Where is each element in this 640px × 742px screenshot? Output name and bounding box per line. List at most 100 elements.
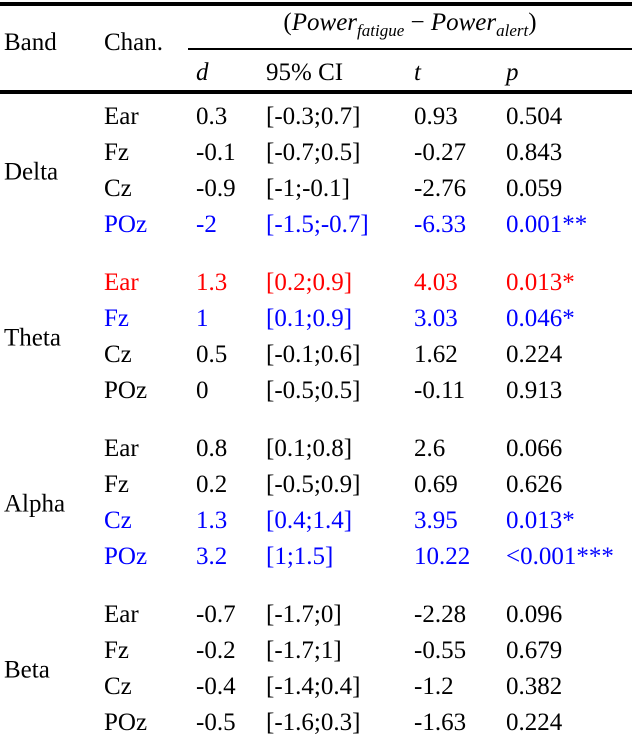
cell-channel: POz — [104, 709, 148, 736]
formula-close-paren: ) — [528, 9, 537, 36]
cell-t-statistic: 4.03 — [414, 269, 458, 296]
cell-confidence-interval: [-0.1;0.6] — [266, 341, 361, 368]
cell-t-statistic: 3.03 — [414, 305, 458, 332]
cell-channel: Fz — [104, 637, 129, 664]
cell-confidence-interval: [0.1;0.9] — [266, 305, 353, 332]
cell-p-value: 0.224 — [506, 341, 563, 368]
cell-p-value: 0.013* — [506, 507, 575, 534]
cell-p-value: 0.224 — [506, 709, 563, 736]
cell-t-statistic: 10.22 — [414, 543, 471, 570]
cell-confidence-interval: [-1.4;0.4] — [266, 673, 361, 700]
formula-span-rule — [188, 48, 632, 50]
cell-effect-size-d: 1.3 — [196, 269, 228, 296]
table-row: Fz -0.1 [-0.7;0.5] -0.27 0.843 — [0, 136, 640, 172]
cell-effect-size-d: -0.2 — [196, 637, 236, 664]
cell-confidence-interval: [0.4;1.4] — [266, 507, 353, 534]
cell-channel: POz — [104, 211, 148, 238]
table-row: Ear 0.8 [0.1;0.8] 2.6 0.066 — [0, 432, 640, 468]
cell-channel: Ear — [104, 601, 139, 628]
cell-channel: Cz — [104, 507, 132, 534]
table-row: Cz -0.4 [-1.4;0.4] -1.2 0.382 — [0, 670, 640, 706]
table-row: POz 0 [-0.5;0.5] -0.11 0.913 — [0, 374, 640, 410]
cell-effect-size-d: 0.2 — [196, 471, 228, 498]
column-header-p: p — [506, 59, 519, 86]
cell-p-value: 0.059 — [506, 175, 563, 202]
cell-t-statistic: -1.2 — [414, 673, 454, 700]
column-header-d: d — [196, 59, 209, 86]
cell-confidence-interval: [0.2;0.9] — [266, 269, 353, 296]
band-group: Delta Ear 0.3 [-0.3;0.7] 0.93 0.504 Fz -0.1 [-0.… — [0, 100, 640, 244]
cell-p-value: 0.913 — [506, 377, 563, 404]
cell-t-statistic: 2.6 — [414, 435, 446, 462]
table-row: Cz 0.5 [-0.1;0.6] 1.62 0.224 — [0, 338, 640, 374]
table-row: POz -2 [-1.5;-0.7] -6.33 0.001** — [0, 208, 640, 244]
cell-confidence-interval: [0.1;0.8] — [266, 435, 353, 462]
cell-confidence-interval: [-1.6;0.3] — [266, 709, 361, 736]
formula-minus-sign: − — [410, 9, 425, 36]
cell-channel: Cz — [104, 673, 132, 700]
cell-channel: Ear — [104, 103, 139, 130]
table-row: Fz 0.2 [-0.5;0.9] 0.69 0.626 — [0, 468, 640, 504]
cell-p-value: 0.843 — [506, 139, 563, 166]
formula-subscript-fatigue: fatigue — [357, 21, 405, 40]
table-body: Delta Ear 0.3 [-0.3;0.7] 0.93 0.504 Fz -0.1 [-0.… — [0, 100, 640, 742]
cell-p-value: 0.382 — [506, 673, 563, 700]
cell-t-statistic: 1.62 — [414, 341, 458, 368]
cell-channel: Fz — [104, 471, 129, 498]
cell-effect-size-d: -0.7 — [196, 601, 236, 628]
cell-t-statistic: -1.63 — [414, 709, 467, 736]
table-row: POz 3.2 [1;1.5] 10.22 <0.001*** — [0, 540, 640, 576]
column-header-ci: 95% CI — [266, 59, 344, 86]
cell-t-statistic: 0.69 — [414, 471, 458, 498]
cell-effect-size-d: 0.8 — [196, 435, 228, 462]
cell-effect-size-d: 1.3 — [196, 507, 228, 534]
cell-p-value: <0.001*** — [506, 543, 614, 570]
cell-p-value: 0.046* — [506, 305, 575, 332]
band-group: Beta Ear -0.7 [-1.7;0] -2.28 0.096 Fz -0.2 [-1.7… — [0, 598, 640, 742]
cell-channel: Cz — [104, 175, 132, 202]
table-row: Fz 1 [0.1;0.9] 3.03 0.046* — [0, 302, 640, 338]
cell-channel: Cz — [104, 341, 132, 368]
cell-confidence-interval: [-0.5;0.9] — [266, 471, 361, 498]
cell-effect-size-d: -0.9 — [196, 175, 236, 202]
cell-confidence-interval: [-1.5;-0.7] — [266, 211, 369, 238]
statistics-table: Band Chan. (Powerfatigue − Poweralert) d… — [0, 0, 640, 736]
cell-t-statistic: -2.28 — [414, 601, 467, 628]
cell-t-statistic: 0.93 — [414, 103, 458, 130]
cell-confidence-interval: [1;1.5] — [266, 543, 334, 570]
cell-t-statistic: 3.95 — [414, 507, 458, 534]
table-row: Ear 0.3 [-0.3;0.7] 0.93 0.504 — [0, 100, 640, 136]
cell-t-statistic: -0.11 — [414, 377, 466, 404]
table-top-rule — [0, 2, 632, 6]
cell-confidence-interval: [-1.7;0] — [266, 601, 342, 628]
cell-effect-size-d: 0 — [196, 377, 209, 404]
cell-p-value: 0.504 — [506, 103, 563, 130]
cell-channel: Fz — [104, 139, 129, 166]
cell-effect-size-d: 0.3 — [196, 103, 228, 130]
column-header-formula: (Powerfatigue − Poweralert) — [188, 10, 632, 39]
band-group: Alpha Ear 0.8 [0.1;0.8] 2.6 0.066 Fz 0.2 [-0.5;0… — [0, 432, 640, 576]
cell-effect-size-d: 0.5 — [196, 341, 228, 368]
cell-p-value: 0.679 — [506, 637, 563, 664]
column-header-t: t — [414, 59, 421, 86]
cell-effect-size-d: -0.5 — [196, 709, 236, 736]
table-row: Cz -0.9 [-1;-0.1] -2.76 0.059 — [0, 172, 640, 208]
cell-confidence-interval: [-0.5;0.5] — [266, 377, 361, 404]
table-row: Ear -0.7 [-1.7;0] -2.28 0.096 — [0, 598, 640, 634]
cell-t-statistic: -0.55 — [414, 637, 467, 664]
cell-channel: POz — [104, 377, 148, 404]
cell-channel: Fz — [104, 305, 129, 332]
cell-confidence-interval: [-1;-0.1] — [266, 175, 350, 202]
cell-effect-size-d: -2 — [196, 211, 217, 238]
cell-effect-size-d: -0.4 — [196, 673, 236, 700]
cell-effect-size-d: -0.1 — [196, 139, 236, 166]
cell-t-statistic: -0.27 — [414, 139, 467, 166]
table-row: Cz 1.3 [0.4;1.4] 3.95 0.013* — [0, 504, 640, 540]
formula-power-alert: Power — [430, 9, 497, 36]
header-body-rule — [0, 90, 632, 94]
cell-p-value: 0.096 — [506, 601, 563, 628]
cell-channel: Ear — [104, 435, 139, 462]
cell-t-statistic: -2.76 — [414, 175, 467, 202]
formula-power-fatigue: Power — [291, 9, 358, 36]
cell-p-value: 0.066 — [506, 435, 563, 462]
